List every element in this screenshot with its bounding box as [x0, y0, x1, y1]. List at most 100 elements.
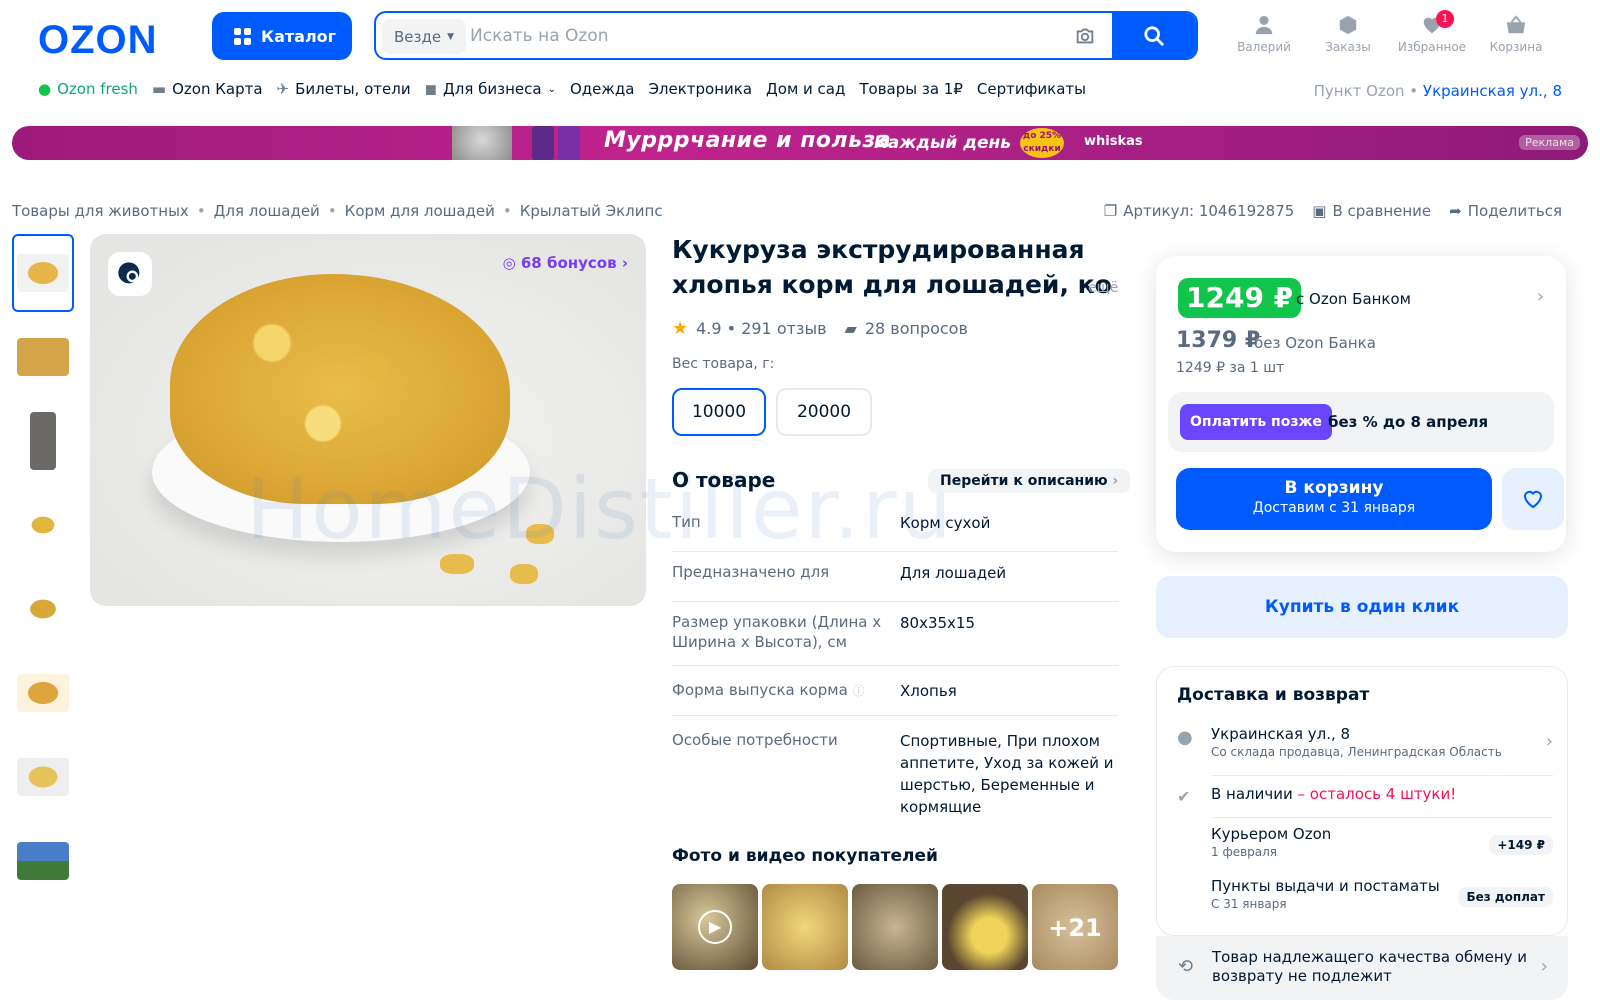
orders-link[interactable]: Заказы [1308, 14, 1388, 54]
promo-banner[interactable]: Мурррчание и польза Каждый день до 25% с… [12, 126, 1588, 160]
box-icon [1339, 15, 1357, 35]
camera-icon[interactable] [1074, 25, 1096, 47]
search-scope-select[interactable]: Везде ▼ [382, 19, 467, 54]
share-button[interactable]: ➦ Поделиться [1449, 202, 1562, 220]
nav-one-ruble[interactable]: Товары за 1₽ [859, 80, 963, 98]
delivery-date-label: Доставим с 31 января [1252, 500, 1416, 516]
thumbnail[interactable] [12, 234, 74, 312]
catalog-button[interactable]: Каталог [212, 12, 352, 60]
breadcrumb-item[interactable]: Товары для животных [12, 202, 189, 220]
ozon-logo[interactable]: OZON [38, 18, 158, 63]
product-actions: ❐ Артикул: 1046192875 ▣ В сравнение ➦ Подел… [1104, 202, 1562, 220]
breadcrumb-separator: • [196, 202, 206, 220]
customer-photo-thumb[interactable] [762, 884, 848, 970]
delivery-address: Украинская ул., 8 [1211, 725, 1351, 743]
favorites-link[interactable]: 1 Избранное [1392, 10, 1472, 54]
title-more-link[interactable]: ещё [1088, 280, 1118, 296]
customer-video-thumb[interactable]: ▶ [672, 884, 758, 970]
banner-brand: whiskas [1084, 134, 1143, 149]
divider [1211, 775, 1553, 776]
spec-value: Хлопья [900, 682, 957, 700]
delivery-address-row[interactable]: ● Украинская ул., 8 Со склада продавца, … [1177, 725, 1553, 765]
thumbnail[interactable] [12, 570, 74, 648]
article-copy[interactable]: ❐ Артикул: 1046192875 [1104, 202, 1295, 220]
weight-option-20000[interactable]: 20000 [776, 388, 872, 436]
weight-option-10000[interactable]: 10000 [672, 388, 766, 436]
breadcrumb-item[interactable]: Корм для лошадей [345, 202, 495, 220]
goto-description-button[interactable]: Перейти к описанию › [928, 469, 1131, 493]
search-input[interactable] [470, 13, 1070, 58]
star-icon: ★ [672, 318, 689, 339]
nav-certificates[interactable]: Сертификаты [977, 80, 1086, 98]
nav-home-garden[interactable]: Дом и сад [766, 80, 845, 98]
breadcrumb-item[interactable]: Для лошадей [214, 202, 320, 220]
nav-ozon-fresh[interactable]: ● Ozon fresh [38, 80, 138, 98]
thumbnail[interactable] [12, 318, 74, 396]
thumbnail[interactable] [12, 654, 74, 732]
image-search-button[interactable] [108, 252, 152, 296]
pickup-points-price: Без доплат [1458, 887, 1553, 907]
cart-link[interactable]: Корзина [1476, 14, 1556, 54]
buy-panel: 1249 ₽ с Ozon Банком › 1379 ₽ без Ozon Б… [1156, 256, 1566, 552]
customer-photo-thumb[interactable] [852, 884, 938, 970]
courier-label: Курьером Ozon [1211, 825, 1332, 843]
profile-link[interactable]: Валерий [1224, 14, 1304, 54]
return-icon: ⟲ [1178, 956, 1194, 977]
price-per-unit: 1249 ₽ за 1 шт [1176, 360, 1285, 376]
basket-icon [1506, 15, 1526, 34]
courier-row[interactable]: Курьером Ozon 1 февраля +149 ₽ [1177, 825, 1553, 865]
thumbnail[interactable] [12, 486, 74, 564]
heart-outline-icon [1523, 490, 1543, 509]
spec-key: Особые потребности [672, 731, 838, 749]
plane-icon: ✈ [276, 80, 290, 98]
chevron-right-icon[interactable]: › [1537, 286, 1544, 307]
about-title: О товаре [672, 468, 776, 492]
flake-image [510, 564, 538, 584]
buy-one-click-button[interactable]: Купить в один клик [1156, 576, 1568, 638]
spec-value: 80x35x15 [900, 614, 976, 632]
customer-photos-title: Фото и видео покупателей [672, 846, 938, 866]
thumbnail[interactable] [12, 822, 74, 900]
nav-business[interactable]: ◼ Для бизнеса ⌄ [425, 80, 556, 98]
nav-tickets[interactable]: ✈ Билеты, отели [277, 80, 411, 98]
share-icon: ➦ [1449, 202, 1462, 220]
weight-label: Вес товара, г: [672, 356, 775, 372]
leaf-icon: ● [38, 80, 52, 98]
compare-button[interactable]: ▣ В сравнение [1312, 202, 1431, 220]
user-icon [1255, 15, 1273, 35]
return-policy-row[interactable]: ⟲ Товар надлежащего качества обмену и во… [1156, 936, 1568, 1000]
info-icon[interactable]: ⓘ [853, 684, 865, 698]
add-to-cart-button[interactable]: В корзину Доставим с 31 января [1176, 468, 1492, 530]
chevron-right-icon: › [1545, 731, 1553, 752]
spec-key-text: Форма выпуска корма [672, 681, 848, 699]
with-bank-label: с Ozon Банком [1296, 290, 1411, 308]
breadcrumb-item[interactable]: Крылатый Эклипс [520, 202, 663, 220]
search-button[interactable] [1112, 13, 1196, 58]
stock-row: ✔ В наличии – осталось 4 штуки! [1177, 785, 1553, 809]
pay-later-button[interactable]: Оплатить позже [1180, 404, 1332, 440]
thumbnail[interactable] [12, 402, 74, 480]
customer-photos-more[interactable]: +21 [1032, 884, 1118, 970]
courier-date: 1 февраля [1211, 845, 1278, 859]
customer-photo-thumb[interactable] [942, 884, 1028, 970]
add-to-favorites-button[interactable] [1502, 468, 1564, 530]
card-icon: ▬ [151, 80, 167, 98]
pickup-point[interactable]: Пункт Ozon • Украинская ул., 8 [1314, 82, 1562, 100]
delivery-card: Доставка и возврат ● Украинская ул., 8 С… [1156, 666, 1568, 936]
pay-later-box[interactable]: Оплатить позже без % до 8 апреля [1168, 392, 1554, 452]
thumbnail[interactable] [12, 738, 74, 816]
nav-clothes[interactable]: Одежда [570, 80, 634, 98]
rating-summary[interactable]: ★ 4.9 • 291 отзыв ▰ 28 вопросов [672, 318, 968, 339]
nav-electronics[interactable]: Электроника [648, 80, 752, 98]
favorites-badge: 1 [1436, 10, 1454, 28]
without-bank-label: без Ozon Банка [1254, 334, 1376, 352]
bonus-badge[interactable]: ◎ 68 бонусов › [503, 254, 628, 272]
chevron-down-icon: ⌄ [547, 83, 556, 95]
spec-key: Форма выпуска корма ⓘ [672, 680, 900, 715]
spec-key: Тип [672, 513, 701, 531]
nav-ozon-card[interactable]: ▬ Ozon Карта [152, 80, 263, 98]
play-icon: ▶ [698, 910, 732, 944]
search-scope-label: Везде [394, 27, 442, 46]
copy-icon: ❐ [1103, 202, 1118, 220]
pickup-row[interactable]: Пункты выдачи и постаматы С 31 января Бе… [1177, 877, 1553, 917]
